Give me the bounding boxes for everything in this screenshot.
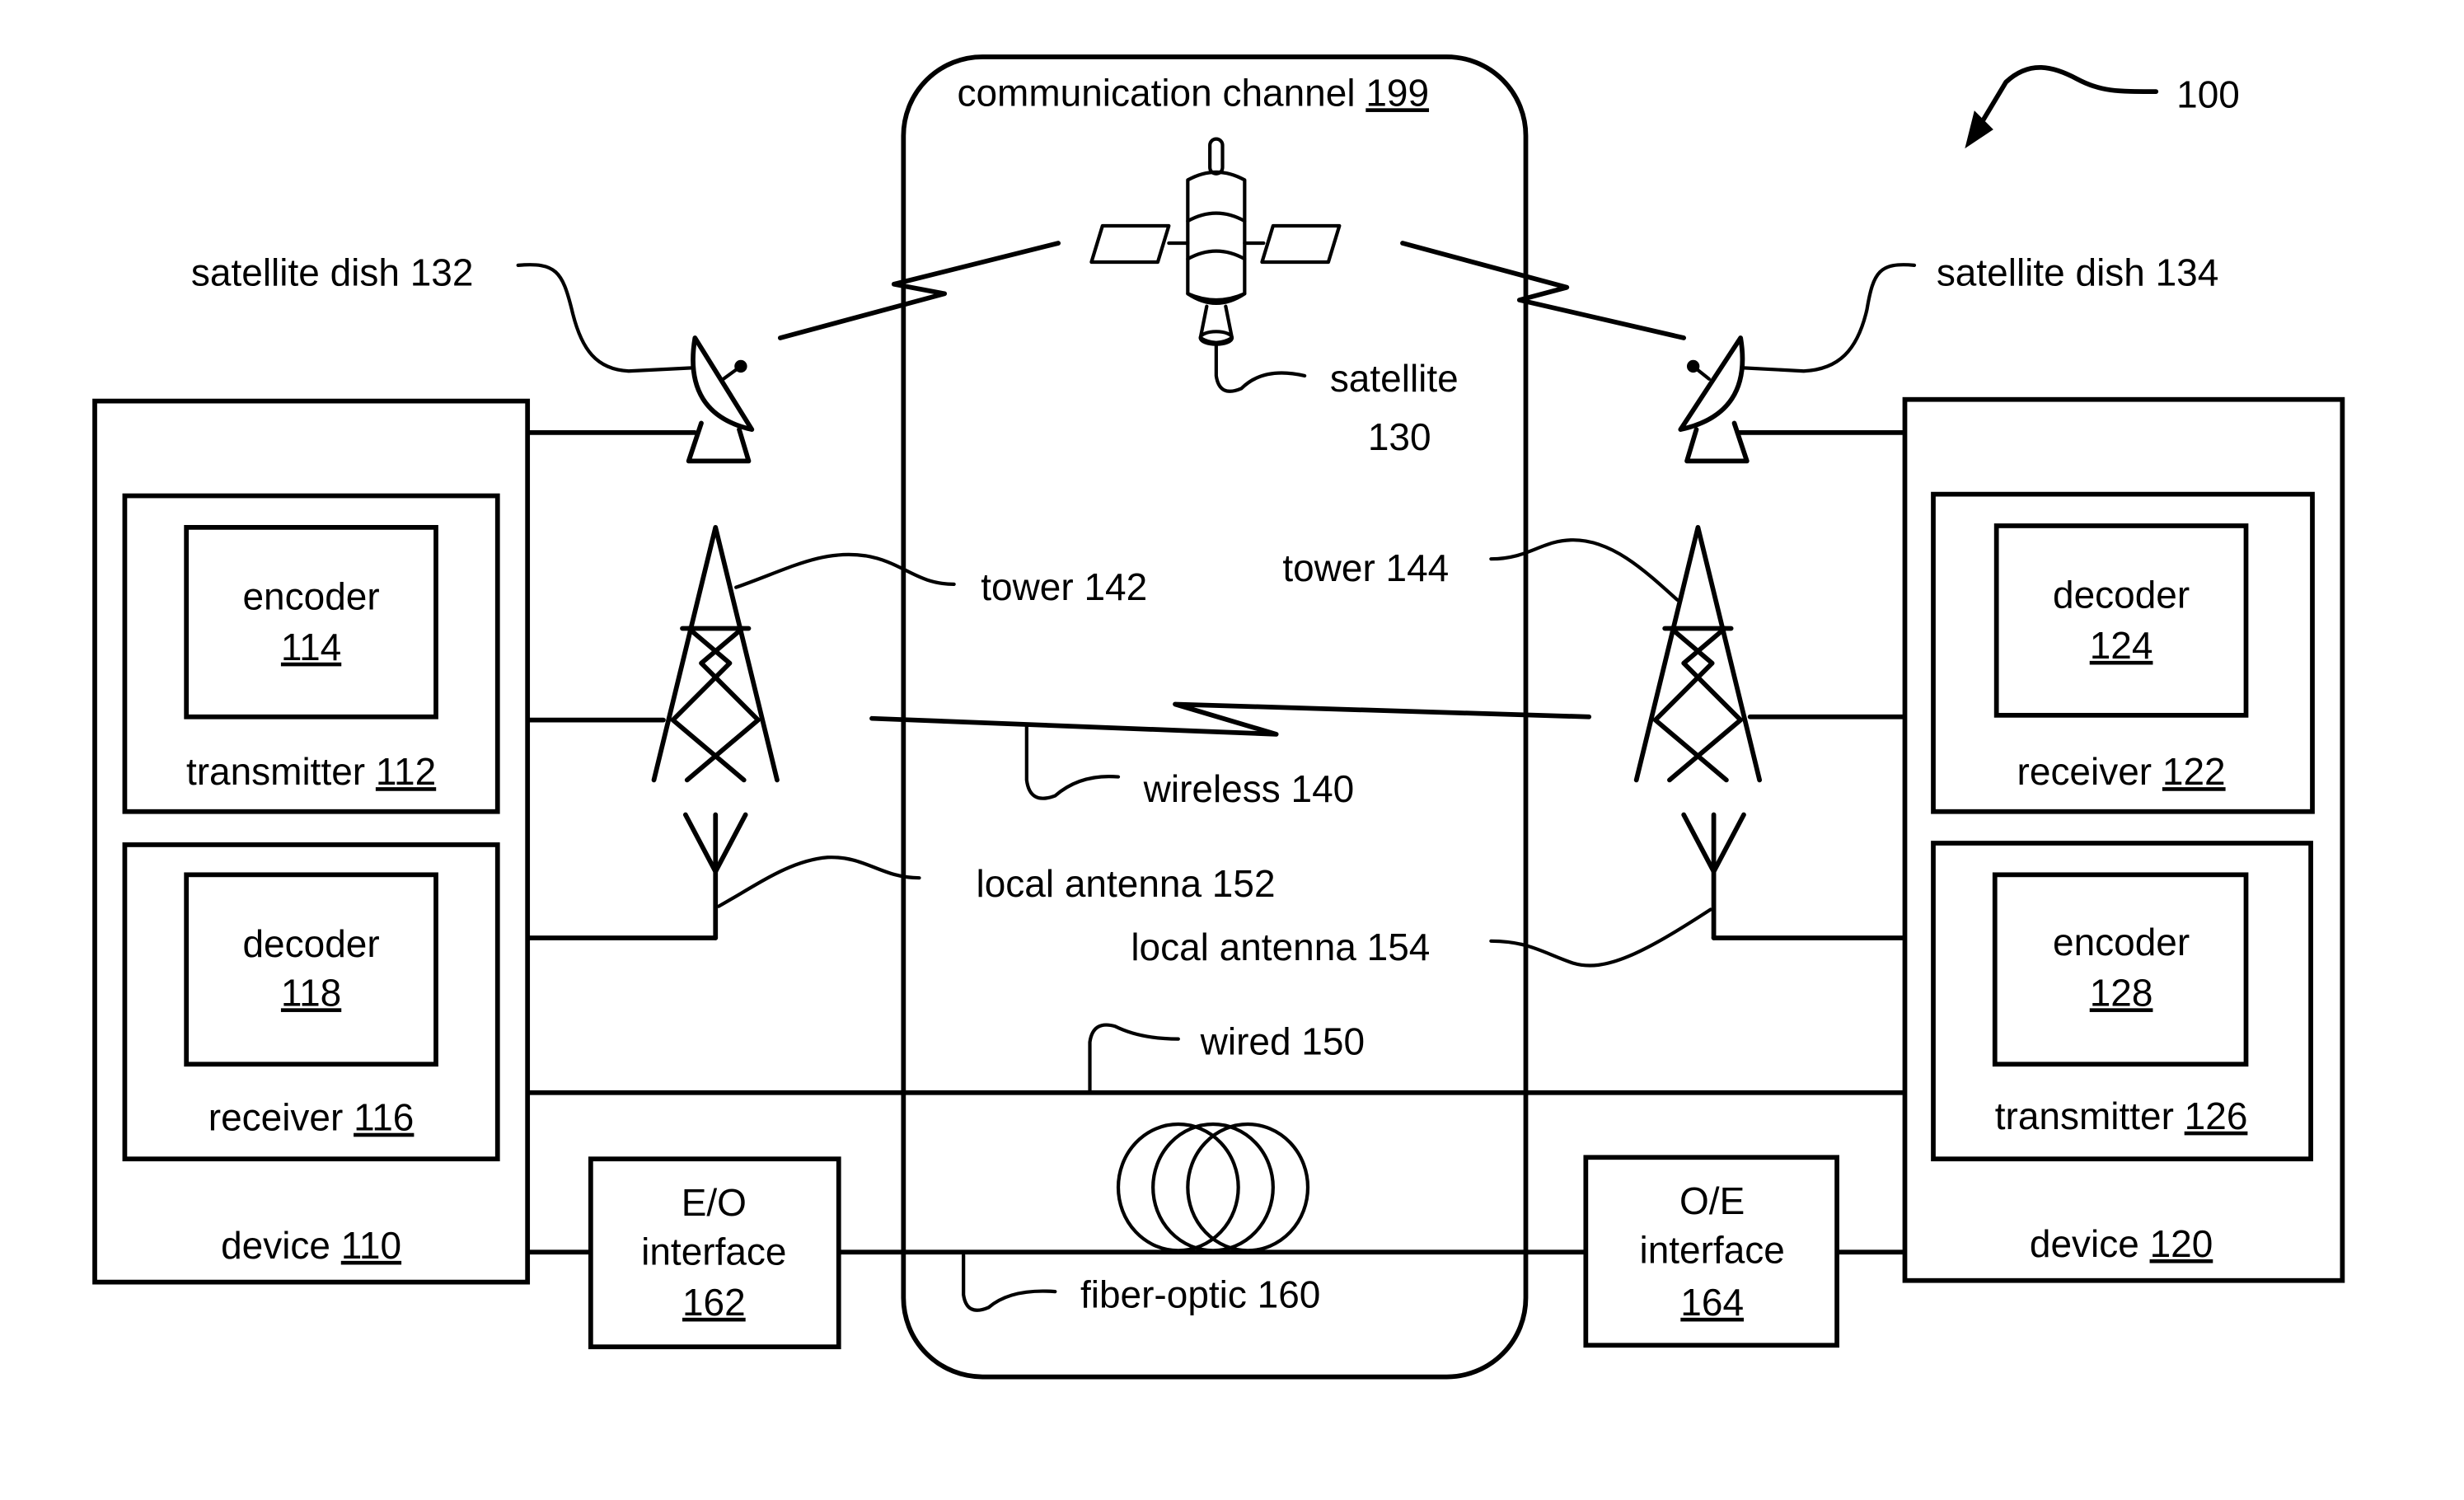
decoder-118-ref: 118 [281,971,341,1014]
wired-label: wired 150 [1200,1020,1365,1063]
oe-interface-line1: O/E [1679,1179,1745,1222]
satellite-dish-icon [686,335,755,464]
svg-text:receiver 116: receiver 116 [208,1096,415,1139]
reference-arrowhead-icon [1965,110,1993,149]
receiver-122-label: receiver [2017,750,2162,793]
wired-leader-line [1088,1023,1180,1095]
device-120: decoder 124 receiver 122 encoder 128 tra… [1902,396,2345,1283]
decoder-124-ref: 124 [2090,624,2153,667]
channel-ref: 199 [1366,71,1429,114]
satellite-dish-icon [1678,335,1750,464]
channel-label: communication channel [958,71,1366,114]
local-antenna-152-label: local antenna 152 [977,862,1276,905]
device-110-ref: 110 [341,1224,401,1267]
antenna-icon [682,812,748,940]
figure-reference-100: 100 [1965,65,2240,149]
satellite-130: satellite 130 [1089,137,1459,458]
satellite-link-left [777,241,1061,340]
transmitter-112-label: transmitter [186,750,376,793]
receiver-116-label: receiver [208,1096,354,1139]
satellite-ref: 130 [1368,415,1431,458]
encoder-128-box [1992,872,2249,1067]
local-antenna-154-label: local antenna 154 [1131,926,1430,968]
receiver-122-ref: 122 [2162,750,2226,793]
tower-142-leader-line [734,552,956,589]
decoder-118: decoder 118 [184,872,438,1067]
device-120-label: device [2030,1222,2150,1265]
device-110-label: device [221,1224,341,1267]
encoder-128: encoder 128 [1992,872,2249,1067]
antenna-152-leader-line [716,855,921,908]
communication-system-diagram: 100 communication channel 199 satellite … [92,54,2345,1380]
svg-text:receiver 122: receiver 122 [2017,750,2226,793]
tower-144-label: tower 144 [1282,546,1449,589]
reference-leader-line [1974,65,2159,132]
transmitter-126-ref: 126 [2185,1095,2248,1137]
receiver-116-ref: 116 [354,1096,414,1139]
dish-132-leader-line [516,263,694,373]
tower-142: tower 142 [525,525,1147,783]
encoder-128-ref: 128 [2090,971,2153,1014]
fiber-leader-line [962,1253,1057,1312]
encoder-114: encoder 114 [184,525,438,720]
eo-interface-162: E/O interface 162 [588,1156,841,1350]
device-120-ref: 120 [2150,1222,2213,1265]
svg-text:transmitter 126: transmitter 126 [1995,1095,2248,1137]
satellite-label: satellite [1330,357,1459,400]
decoder-118-label: decoder [243,922,380,965]
satellite-link-right [1400,241,1687,340]
svg-text:device 120: device 120 [2030,1222,2213,1265]
oe-interface-ref: 164 [1680,1281,1744,1324]
transmitter-126: encoder 128 transmitter 126 [1931,841,2313,1162]
eo-interface-ref: 162 [682,1281,746,1324]
reference-numeral: 100 [2176,73,2240,115]
satellite-dish-132-label: satellite dish 132 [191,251,474,294]
svg-text:communication channel 199: communication channel 199 [958,71,1430,114]
fiber-coil-icon [1116,1122,1310,1253]
tower-142-label: tower 142 [981,565,1147,608]
decoder-124: decoder 124 [1993,523,2249,718]
tower-144-leader-line [1489,538,1679,602]
wired-150: wired 150 [525,1020,1908,1095]
oe-interface-line2: interface [1639,1229,1784,1272]
transmitter-126-label: transmitter [1995,1095,2185,1137]
fiber-optic-label: fiber-optic 160 [1080,1273,1320,1315]
decoder-124-label: decoder [2053,574,2190,616]
tower-icon [1633,525,1763,783]
device-110: encoder 114 transmitter 112 decoder 118 … [92,398,531,1285]
svg-text:device 110: device 110 [221,1224,401,1267]
tower-icon [651,525,780,783]
encoder-114-label: encoder [243,575,380,618]
tower-144: tower 144 [1282,525,1908,783]
wireless-140: wireless 140 [869,701,1592,810]
satellite-dish-134-label: satellite dish 134 [1937,251,2219,294]
eo-interface-line2: interface [641,1230,786,1273]
dish-134-leader-line [1741,263,1917,373]
decoder-124-box [1993,523,2249,718]
transmitter-112: encoder 114 transmitter 112 [122,493,500,814]
wireless-label: wireless 140 [1143,767,1355,810]
satellite-leader-line [1214,342,1307,393]
encoder-128-label: encoder [2053,921,2190,963]
wireless-link [869,701,1592,737]
satellite-icon [1089,137,1342,346]
receiver-116: decoder 118 receiver 116 [122,842,500,1162]
receiver-122: decoder 124 receiver 122 [1931,491,2315,814]
decoder-118-box [184,872,438,1067]
eo-interface-line1: E/O [682,1181,747,1224]
transmitter-112-ref: 112 [376,750,436,793]
encoder-114-box [184,525,438,720]
oe-interface-164: O/E interface 164 [1583,1155,1839,1348]
svg-text:transmitter 112: transmitter 112 [186,750,436,793]
encoder-114-ref: 114 [281,626,341,668]
wireless-leader-line [1024,724,1121,800]
